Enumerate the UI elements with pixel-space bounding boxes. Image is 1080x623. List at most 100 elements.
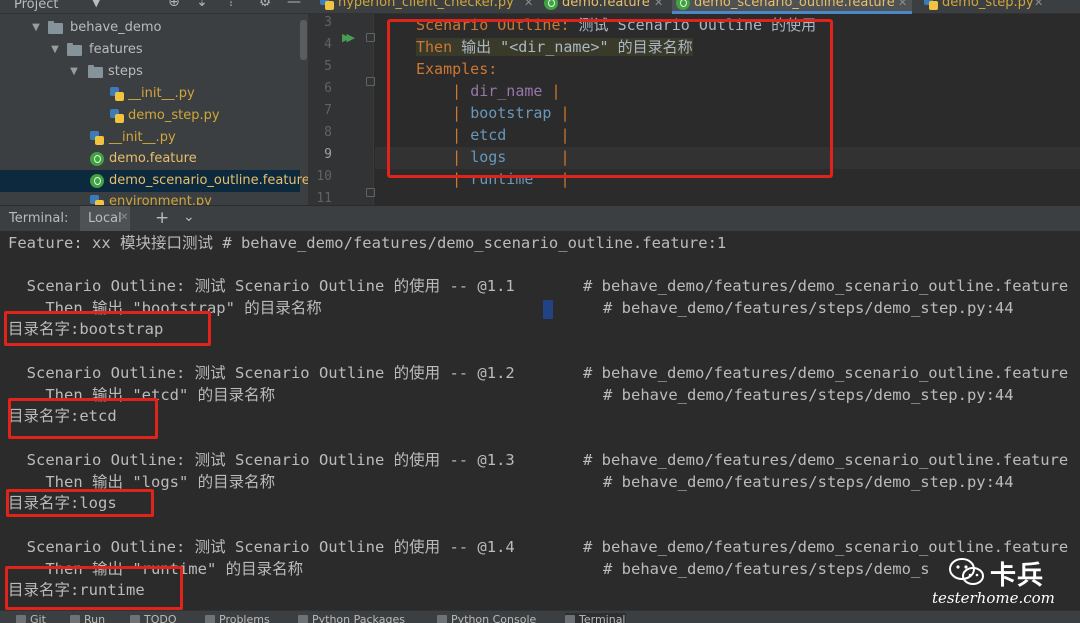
tree-item-demo-feature[interactable]: demo.feature [0,148,300,170]
run-icon [70,615,80,623]
terminal-title: Terminal: [9,211,69,226]
chevron-down-icon[interactable]: ▼ [30,17,42,39]
close-icon[interactable]: ✕ [1034,0,1043,12]
tree-item-steps-init[interactable]: __init__.py [0,83,300,105]
tab-demo-scenario-outline[interactable]: demo_scenario_outline.feature ✕ [672,0,912,14]
run-scenario-icon[interactable]: ▶▶ [342,31,355,44]
tool-window-run[interactable]: Run [70,613,105,623]
tool-window-python-console[interactable]: Python Console [437,613,536,623]
line-number: 3 [324,15,332,30]
folder-icon [48,21,63,34]
project-dropdown-icon[interactable]: ▼ [92,0,100,9]
tab-hyperion-client-checker[interactable]: hyperion_client_checker.py ✕ [316,0,536,14]
tree-scrollbar[interactable] [300,20,307,60]
watermark-site: testerhome.com [932,589,1055,607]
terminal-output[interactable]: Feature: xx 模块接口测试 # behave_demo/feature… [0,231,1080,614]
tree-item-steps[interactable]: ▼ steps [0,61,300,83]
python-file-icon [320,0,334,10]
chevron-down-icon[interactable]: ⌄ [183,209,195,225]
tool-window-problems[interactable]: Problems [205,613,270,623]
chevron-down-icon[interactable]: ▼ [68,61,80,83]
project-panel: Project ▼ ⊕ ⇣ ⇡ ⚙ — ▼ behave_demo ▼ feat… [0,0,308,205]
python-file-icon [110,109,124,123]
bottom-tool-bar: Git Run TODO Problems Python Packages Py… [0,610,1080,623]
new-terminal-icon[interactable]: + [155,208,169,228]
chevron-down-icon[interactable]: ▼ [49,39,61,61]
tab-label: demo.feature [562,0,650,10]
line-number: 9 [324,147,332,162]
project-title[interactable]: Project [14,0,58,12]
line-number: 5 [324,59,332,74]
git-icon [16,615,26,623]
tool-window-label: Python Packages [312,613,405,623]
gear-icon[interactable]: ⚙ [256,0,274,10]
tree-item-label: features [89,42,143,57]
terminal-comment: # behave_demo/features/demo_scenario_out… [583,277,1069,295]
tree-item-behave-demo[interactable]: ▼ behave_demo [0,17,300,39]
hide-panel-icon[interactable]: — [285,0,303,10]
fold-icon[interactable] [366,188,375,197]
packages-icon [298,615,308,623]
python-console-icon [437,615,447,623]
python-file-icon [110,87,124,101]
terminal-header: Terminal: Local ✕ + ⌄ [0,205,1080,232]
tool-window-todo[interactable]: TODO [130,613,177,623]
tool-window-label: Problems [219,613,270,623]
terminal-comment: # behave_demo/features/demo_scenario_out… [583,451,1069,469]
close-icon[interactable]: ✕ [120,212,128,223]
close-icon[interactable]: ✕ [524,0,533,12]
tab-demo-feature[interactable]: demo.feature ✕ [540,0,668,14]
tool-window-label: Python Console [451,613,537,623]
folder-icon [88,65,103,78]
cucumber-icon [544,0,558,10]
tree-item-demo-step[interactable]: demo_step.py [0,105,300,127]
tab-label: demo_scenario_outline.feature [694,0,895,10]
tree-item-features-init[interactable]: __init__.py [0,127,300,149]
expand-icon[interactable]: ⇡ [222,0,240,10]
tab-demo-step[interactable]: demo_step.py ✕ [920,0,1045,14]
output-highlight-box [8,398,158,439]
tool-window-python-packages[interactable]: Python Packages [298,613,405,623]
cucumber-icon [90,174,104,188]
output-highlight-box [6,489,154,517]
python-file-icon [924,0,938,10]
line-number: 4 [324,37,332,52]
tree-item-label: steps [108,64,143,79]
line-number: 7 [324,103,332,118]
tool-window-git[interactable]: Git [16,613,46,623]
terminal-line: Scenario Outline: 测试 Scenario Outline 的使… [8,364,515,382]
locate-icon[interactable]: ⊕ [165,0,183,10]
code-highlight-box [387,19,833,178]
cucumber-icon [676,0,690,10]
tab-label: Local [88,211,122,226]
python-file-icon [90,195,104,205]
terminal-comment: # behave_demo/features/steps/demo_s [603,560,930,578]
terminal-line: Scenario Outline: 测试 Scenario Outline 的使… [8,451,515,469]
terminal-line: Feature: xx 模块接口测试 # behave_demo/feature… [8,234,727,252]
terminal-line: Scenario Outline: 测试 Scenario Outline 的使… [8,277,515,295]
tree-item-label: __init__.py [109,130,176,145]
output-highlight-box [5,566,183,610]
tree-item-label: __init__.py [128,86,195,101]
tool-window-label: TODO [144,613,177,623]
tool-window-label: Run [84,613,106,623]
line-number: 10 [316,169,332,184]
project-panel-header: Project ▼ ⊕ ⇣ ⇡ ⚙ — [0,0,308,14]
terminal-comment: # behave_demo/features/steps/demo_step.p… [603,386,1014,404]
tree-item-label: demo.feature [109,151,197,166]
tab-label: hyperion_client_checker.py [338,0,514,10]
close-icon[interactable]: ✕ [654,0,663,12]
terminal-comment: # behave_demo/features/demo_scenario_out… [583,364,1069,382]
tree-item-environment[interactable]: environment.py [0,191,300,205]
collapse-all-icon[interactable]: ⇣ [193,0,211,10]
tree-item-demo-scenario-outline[interactable]: demo_scenario_outline.feature [0,170,308,192]
terminal-comment: # behave_demo/features/steps/demo_step.p… [603,299,1014,317]
tree-item-label: environment.py [109,194,212,205]
close-icon[interactable]: ✕ [898,0,907,12]
folder-icon [67,43,82,56]
fold-icon[interactable] [366,33,375,42]
tree-item-features[interactable]: ▼ features [0,39,300,61]
editor-gutter[interactable]: 3 4 5 6 7 8 9 10 11 ▶▶ [308,14,375,205]
fold-icon[interactable] [366,77,375,86]
tool-window-terminal[interactable]: Terminal [565,613,626,623]
